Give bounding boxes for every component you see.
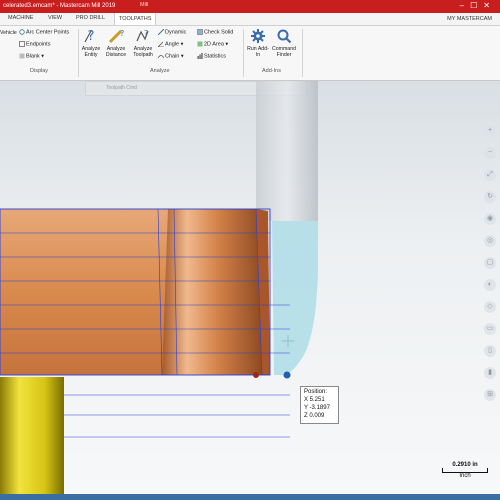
shading-icon[interactable]: ◐ xyxy=(484,279,496,291)
title-bar: celerated3.emcam* - Mastercam Mill 2019 … xyxy=(0,0,500,13)
vehicle-label: Vehicle xyxy=(0,30,17,36)
separator xyxy=(302,29,303,77)
ribbon-tabs: MACHINE VIEW PRO DRILL TOOLPATHS MY MAST… xyxy=(0,13,500,26)
analyze-entity-icon: ? xyxy=(84,29,94,44)
zoom-in-icon[interactable]: + xyxy=(484,125,496,137)
visibility-icon[interactable]: ◎ xyxy=(484,235,496,247)
position-tooltip: Position: X 5.251 Y -3.1897 Z 0.009 xyxy=(300,386,339,424)
arc-center-icon xyxy=(19,29,25,35)
scale-unit: Inch xyxy=(459,473,471,479)
vehicle-button[interactable]: Vehicle xyxy=(0,30,17,36)
tab-pro-drill[interactable]: PRO DRILL xyxy=(76,15,105,21)
position-y: Y -3.1897 xyxy=(304,405,330,411)
blank-item[interactable]: Blank ▾ xyxy=(19,53,44,59)
run-add-in-button[interactable]: Run Add-In xyxy=(247,28,269,58)
isometric-icon[interactable]: ◇ xyxy=(484,301,496,313)
tab-machine[interactable]: MACHINE xyxy=(8,15,33,21)
ribbon: Vehicle Arc Center Points Endpoints Blan… xyxy=(0,26,500,81)
endpoints-item[interactable]: Endpoints xyxy=(19,41,50,47)
blank-icon xyxy=(19,53,25,59)
chevron-down-icon: ▾ xyxy=(179,41,184,48)
chain-item[interactable]: Chain ▾ xyxy=(158,53,184,59)
rotate-icon[interactable]: ↻ xyxy=(484,191,496,203)
group-label-display: Display xyxy=(30,68,49,74)
analyze-distance-button[interactable]: ? Analyze Distance xyxy=(103,28,129,58)
position-x: X 5.251 xyxy=(304,397,325,403)
tool-shank xyxy=(256,81,318,221)
tab-toolpaths[interactable]: TOOLPATHS xyxy=(114,13,157,25)
window-title: celerated3.emcam* - Mastercam Mill 2019 xyxy=(3,3,116,9)
account-link[interactable]: MY MASTERCAM xyxy=(447,16,492,22)
svg-text:?: ? xyxy=(144,29,148,38)
scale-bar: 0.2910 in Inch xyxy=(440,462,490,479)
right-view-icon[interactable]: ▮ xyxy=(484,367,496,379)
group-label-analyze: Analyze xyxy=(150,68,170,74)
planes-icon[interactable]: ⊞ xyxy=(484,389,496,401)
start-marker xyxy=(253,372,259,378)
search-icon xyxy=(277,29,292,44)
graphics-viewport[interactable]: Toolpath Cmd + − ⤢ ↻ ◉ ◎ ▢ ◐ ◇ ▭ ▯ ▮ ⊞ P… xyxy=(0,81,500,495)
chevron-down-icon: ▾ xyxy=(39,53,45,60)
context-tab-label[interactable]: Mill xyxy=(140,2,148,8)
zoom-out-icon[interactable]: − xyxy=(484,147,496,159)
check-solid-item[interactable]: Check Solid xyxy=(197,29,233,35)
stock-body xyxy=(0,209,168,375)
scene xyxy=(0,81,318,495)
separator xyxy=(243,29,244,77)
analyze-toolpath-icon: ? xyxy=(136,29,149,42)
2d-area-icon xyxy=(197,41,203,47)
window-controls[interactable]: –☐✕ xyxy=(460,1,496,10)
command-finder-button[interactable]: Command Finder xyxy=(271,28,297,58)
chevron-down-icon: ▾ xyxy=(179,53,184,60)
angle-icon xyxy=(158,41,164,47)
stock-flute xyxy=(162,209,262,375)
dynamic-icon xyxy=(158,29,164,35)
chevron-down-icon: ▾ xyxy=(223,41,229,48)
statistics-icon xyxy=(197,53,203,59)
fixture xyxy=(0,377,64,495)
statistics-item[interactable]: Statistics xyxy=(197,53,226,59)
endpoints-icon xyxy=(19,41,25,47)
gear-icon xyxy=(251,29,265,43)
wireframe-icon[interactable]: ▢ xyxy=(484,257,496,269)
separator xyxy=(78,29,79,77)
tab-view[interactable]: VIEW xyxy=(48,15,62,21)
arc-center-points-item[interactable]: Arc Center Points xyxy=(19,29,69,35)
status-bar xyxy=(0,494,500,500)
position-title: Position: xyxy=(304,389,328,395)
fit-icon[interactable]: ⤢ xyxy=(484,169,496,181)
dynamic-item[interactable]: Dynamic xyxy=(158,29,186,35)
group-label-add-ins: Add-Ins xyxy=(262,68,281,74)
2d-area-item[interactable]: 2D Area ▾ xyxy=(197,41,228,47)
position-z: Z 0.009 xyxy=(304,413,325,419)
angle-item[interactable]: Angle ▾ xyxy=(158,41,183,47)
analyze-toolpath-button[interactable]: ? Analyze Toolpath xyxy=(130,28,156,58)
chain-icon xyxy=(158,55,164,59)
analyze-entity-button[interactable]: ? Analyze Entity xyxy=(80,28,102,58)
position-marker xyxy=(283,371,291,379)
svg-text:?: ? xyxy=(120,29,124,38)
view-icon[interactable]: ◉ xyxy=(484,213,496,225)
top-view-icon[interactable]: ▭ xyxy=(484,323,496,335)
analyze-distance-icon: ? xyxy=(108,29,124,44)
front-view-icon[interactable]: ▯ xyxy=(484,345,496,357)
check-solid-icon xyxy=(197,29,203,35)
